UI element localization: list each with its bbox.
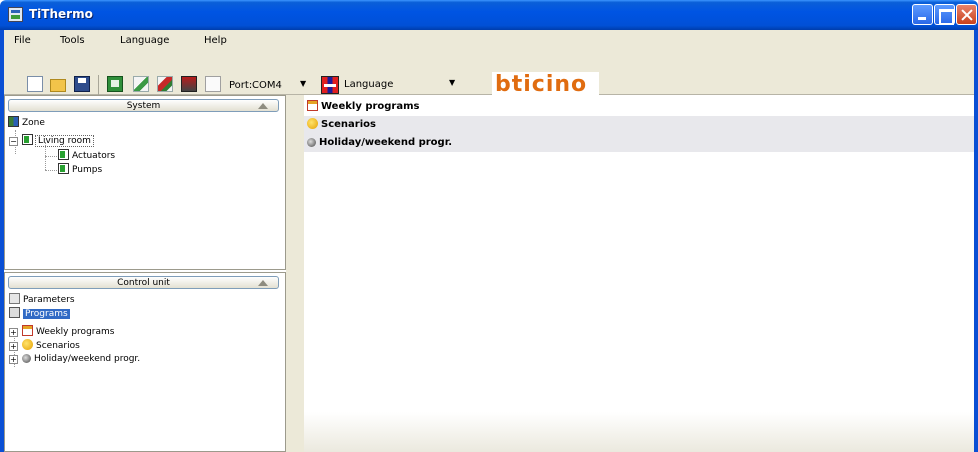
- expand-toggle-icon[interactable]: +: [9, 328, 18, 337]
- new-icon[interactable]: [27, 76, 43, 92]
- list-item-label: Holiday/weekend progr.: [319, 137, 453, 148]
- holiday-icon: [22, 354, 31, 363]
- tree-item-holiday[interactable]: + Holiday/weekend progr.: [9, 353, 140, 366]
- tree-item-scenarios[interactable]: + Scenarios: [9, 339, 80, 352]
- zone-icon: [8, 116, 19, 127]
- programs-list-panel: Weekly programs Scenarios Holiday/weeken…: [304, 95, 974, 452]
- programs-icon: [9, 307, 20, 318]
- close-button[interactable]: [956, 4, 977, 25]
- toolbar-separator: [98, 75, 99, 95]
- tree-label: Holiday/weekend progr.: [34, 354, 141, 364]
- tree-label: Actuators: [72, 151, 116, 161]
- holiday-icon: [307, 138, 316, 147]
- system-header-label: System: [126, 101, 161, 111]
- tree-item-pumps[interactable]: Pumps: [58, 163, 102, 176]
- language-label[interactable]: Language: [344, 79, 393, 90]
- scenarios-icon: [307, 118, 318, 129]
- toolbar: Port: COM4 ▼ Language ▼ bticino: [4, 51, 974, 98]
- weekly-programs-icon: [22, 325, 33, 336]
- expand-toggle-icon[interactable]: +: [9, 355, 18, 364]
- menu-tools[interactable]: Tools: [60, 35, 85, 46]
- menu-language[interactable]: Language: [120, 35, 169, 46]
- check-icon[interactable]: [107, 76, 123, 92]
- receive-icon[interactable]: [157, 76, 173, 92]
- send-icon[interactable]: [133, 76, 149, 92]
- control-unit-header-label: Control unit: [117, 278, 170, 288]
- actuator-icon: [58, 149, 69, 160]
- system-panel: System Zone − Living room Actuators Pumps: [4, 95, 286, 270]
- port-select[interactable]: COM4: [250, 77, 318, 94]
- tree-item-living-room[interactable]: − Living room: [9, 134, 94, 147]
- window-title: TiThermo: [29, 7, 93, 21]
- collapse-toggle-icon[interactable]: −: [9, 137, 18, 146]
- control-unit-panel: Control unit Parameters Programs + Weekly…: [4, 272, 286, 452]
- room-icon: [22, 134, 33, 145]
- tree-item-zone[interactable]: Zone: [8, 116, 45, 129]
- tree-label: Pumps: [72, 165, 103, 175]
- tree-item-parameters[interactable]: Parameters: [9, 293, 75, 306]
- tree-label: Parameters: [23, 295, 75, 305]
- weekly-programs-icon: [307, 100, 318, 111]
- tree-label: Weekly programs: [36, 327, 115, 337]
- port-value: COM4: [252, 80, 282, 91]
- list-item-weekly-programs[interactable]: Weekly programs: [304, 98, 974, 116]
- port-dropdown-arrow-icon[interactable]: ▼: [300, 79, 306, 88]
- menu-help[interactable]: Help: [204, 35, 227, 46]
- tree-label-selected: Programs: [23, 309, 70, 319]
- title-bar[interactable]: TiThermo: [0, 0, 978, 30]
- list-item-label: Weekly programs: [321, 101, 420, 112]
- right-panel-footer: [304, 412, 974, 452]
- pump-icon: [58, 163, 69, 174]
- control-unit-panel-header[interactable]: Control unit: [8, 276, 279, 289]
- tree-label: Zone: [22, 118, 45, 128]
- tree-item-weekly-programs[interactable]: + Weekly programs: [9, 325, 114, 338]
- language-dropdown-arrow-icon[interactable]: ▼: [449, 78, 455, 87]
- language-flag-icon[interactable]: [321, 76, 339, 94]
- app-icon[interactable]: [8, 7, 23, 22]
- document-icon[interactable]: [205, 76, 221, 92]
- maximize-button[interactable]: [934, 4, 955, 25]
- tree-item-actuators[interactable]: Actuators: [58, 149, 115, 162]
- expand-toggle-icon[interactable]: +: [9, 342, 18, 351]
- tree-line: [45, 156, 57, 157]
- erase-icon[interactable]: [181, 76, 197, 92]
- panel-splitter[interactable]: [286, 95, 304, 452]
- tree-label: Living room: [35, 135, 94, 147]
- collapse-arrow-icon[interactable]: [258, 103, 268, 109]
- system-panel-header[interactable]: System: [8, 99, 279, 112]
- collapse-arrow-icon[interactable]: [258, 280, 268, 286]
- menu-bar: File Tools Language Help: [4, 30, 974, 51]
- tree-line: [45, 170, 57, 171]
- scenarios-icon: [22, 339, 33, 350]
- list-item-label: Scenarios: [321, 119, 376, 130]
- port-label: Port:: [229, 80, 253, 91]
- list-item-scenarios[interactable]: Scenarios: [304, 116, 974, 134]
- tree-item-programs[interactable]: Programs: [9, 307, 70, 320]
- list-item-holiday[interactable]: Holiday/weekend progr.: [304, 134, 974, 152]
- save-icon[interactable]: [74, 76, 90, 92]
- menu-file[interactable]: File: [14, 35, 31, 46]
- window-frame-right: [974, 30, 978, 452]
- open-folder-icon[interactable]: [50, 79, 66, 92]
- tree-label: Scenarios: [36, 341, 80, 351]
- parameters-icon: [9, 293, 20, 304]
- minimize-button[interactable]: [912, 4, 933, 25]
